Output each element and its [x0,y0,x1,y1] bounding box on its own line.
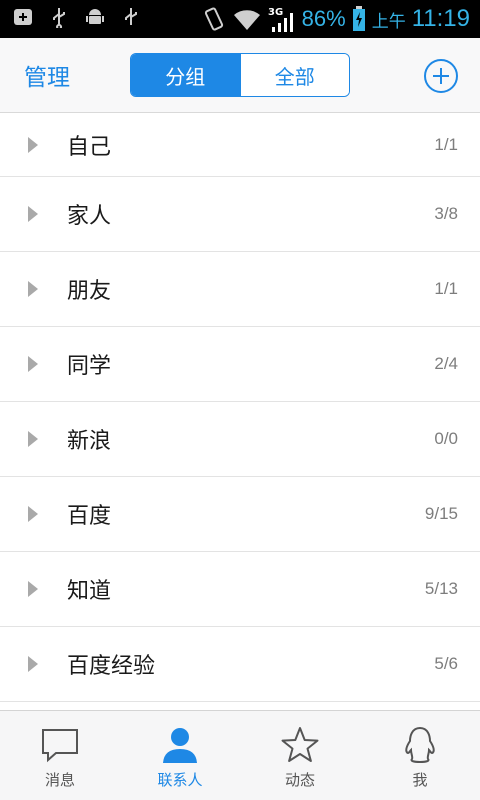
group-name: 新浪 [67,429,112,454]
group-row-sina[interactable]: 新浪 0/0 [0,402,480,477]
tab-label: 动态 [284,771,315,789]
group-name: 同学 [67,354,112,379]
expand-arrow-icon [28,281,38,297]
tab-label: 我 [412,771,428,789]
expand-arrow-icon [28,136,38,153]
contact-person-icon [163,728,197,763]
battery-percent: 86% [301,6,346,31]
tab-label: 联系人 [157,771,203,789]
group-name: 百度 [67,504,112,529]
star-icon [281,727,319,762]
tab-moments[interactable]: 动态 [240,711,360,800]
usb-icon [53,8,65,28]
wifi-icon [233,10,260,30]
expand-arrow-icon [28,656,38,672]
clock: 11:19 [411,5,470,32]
manage-button[interactable]: 管理 [24,58,70,92]
expand-arrow-icon [28,431,38,447]
group-row-friends[interactable]: 朋友 1/1 [0,252,480,327]
chat-bubble-icon [42,729,78,763]
group-row-family[interactable]: 家人 3/8 [0,177,480,252]
group-row-classmates[interactable]: 同学 2/4 [0,327,480,402]
tab-groups[interactable]: 分组 [131,54,240,96]
add-notification-icon [14,9,32,25]
vibrate-icon [204,7,223,31]
group-name: 朋友 [67,279,112,304]
tab-label: 消息 [44,771,75,789]
group-count: 1/1 [434,134,458,154]
tab-messages[interactable]: 消息 [0,711,120,800]
group-list: 自己 1/1 家人 3/8 朋友 1/1 同学 2/4 新浪 0/0 百度 9/… [0,113,480,702]
view-segmented-control: 分组 全部 [130,53,350,97]
android-debug-icon [86,9,104,24]
penguin-icon [405,726,435,764]
group-row-zhidao[interactable]: 知道 5/13 [0,552,480,627]
group-count: 5/13 [424,579,458,598]
group-name: 百度经验 [67,654,156,679]
expand-arrow-icon [28,506,38,522]
contacts-header: 管理 分组 全部 [0,38,480,113]
tab-me[interactable]: 我 [360,711,480,800]
expand-arrow-icon [28,581,38,597]
group-row-baidu-jingyan[interactable]: 百度经验 5/6 [0,627,480,702]
group-name: 知道 [67,579,112,604]
group-name: 自己 [67,134,112,160]
expand-arrow-icon [28,356,38,372]
plus-circle-icon[interactable] [424,59,458,93]
group-count: 2/4 [434,354,458,373]
group-row-self[interactable]: 自己 1/1 [0,113,480,177]
usb-storage-icon [125,8,137,25]
tab-contacts[interactable]: 联系人 [120,711,240,800]
battery-charging-icon [352,6,365,31]
group-count: 9/15 [424,504,458,523]
am-pm-label: 上午 [371,11,406,32]
group-count: 0/0 [434,429,458,448]
group-count: 3/8 [434,204,458,223]
group-row-baidu[interactable]: 百度 9/15 [0,477,480,552]
expand-arrow-icon [28,206,38,222]
notification-icons [12,6,142,28]
group-count: 1/1 [434,279,458,298]
tab-all[interactable]: 全部 [239,54,349,96]
group-name: 家人 [67,204,112,229]
system-icons: 3G 86% 上午 11:19 [202,4,470,34]
signal-3g-icon: 3G [268,7,293,32]
network-type-text: 3G [268,7,283,18]
bottom-tab-bar: 消息 联系人 动态 我 [0,710,480,800]
status-bar: 3G 86% 上午 11:19 [0,0,480,38]
group-count: 5/6 [434,654,458,673]
